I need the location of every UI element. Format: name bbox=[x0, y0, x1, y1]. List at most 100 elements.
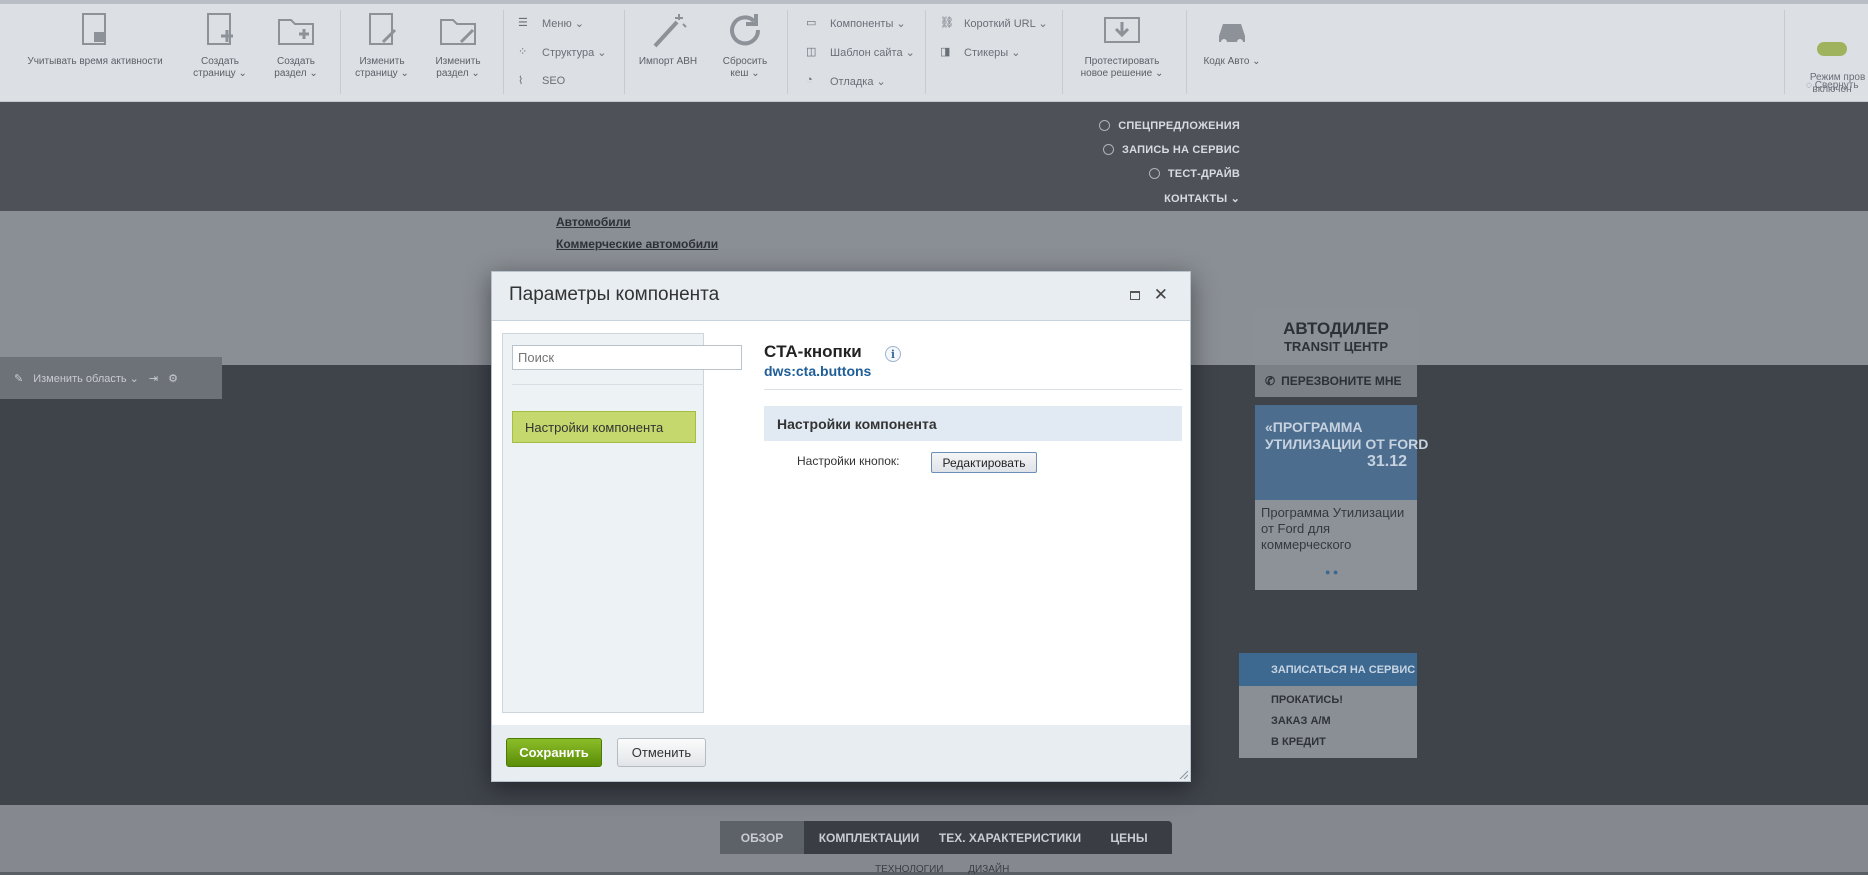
refresh-icon bbox=[730, 14, 761, 46]
dialog-sidebar: Настройки компонента bbox=[502, 333, 742, 713]
close-icon[interactable]: ✕ bbox=[1154, 285, 1168, 305]
crumb-commercial[interactable]: Коммерческие автомобили bbox=[556, 237, 718, 251]
footer-sub-links: ТЕХНОЛОГИИ ДИЗАЙН bbox=[875, 864, 1009, 875]
maximize-icon[interactable] bbox=[1130, 291, 1140, 300]
pencil-icon: ✎ bbox=[14, 372, 24, 385]
site-template-label: Шаблон сайта ⌄ bbox=[830, 46, 915, 59]
save-button[interactable]: Сохранить bbox=[506, 738, 602, 767]
carousel-dots[interactable]: ● ● bbox=[1325, 564, 1338, 580]
structure-item[interactable]: ⁘ Структура ⌄ bbox=[518, 45, 606, 59]
template-icon: ◫ bbox=[806, 46, 817, 58]
cancel-button[interactable]: Отменить bbox=[617, 738, 706, 767]
info-icon[interactable]: i bbox=[885, 346, 901, 362]
promo-caption-text: Программа Утилизации от Ford для коммерч… bbox=[1261, 505, 1405, 552]
arrow-icon: ⇥ bbox=[148, 372, 159, 385]
wrench-icon bbox=[1103, 144, 1115, 155]
menu-label: Меню ⌄ bbox=[542, 17, 585, 30]
buttons-settings-label: Настройки кнопок: bbox=[797, 454, 900, 468]
debug-item[interactable]: ◔ Отладка ⌄ bbox=[806, 74, 886, 88]
toolbar-separator bbox=[925, 10, 926, 94]
car-icon bbox=[1219, 24, 1245, 45]
import-avn-button[interactable]: Импорт АВН bbox=[630, 10, 706, 68]
admin-top-strip bbox=[0, 0, 1868, 4]
edit-page-button[interactable]: Изменить страницу ⌄ bbox=[352, 10, 412, 80]
activity-time-button[interactable]: Учитывать время активности bbox=[20, 10, 170, 68]
service-item-order[interactable]: ЗАКАЗ А/М bbox=[1239, 711, 1417, 732]
resize-grip-icon[interactable] bbox=[1178, 769, 1188, 779]
download-window-icon bbox=[1104, 17, 1140, 43]
link-icon: ⛓ bbox=[940, 17, 954, 29]
footer-sub-tech[interactable]: ТЕХНОЛОГИИ bbox=[875, 864, 943, 875]
toolbar-separator bbox=[1784, 10, 1785, 94]
create-page-button[interactable]: Создать страницу ⌄ bbox=[190, 10, 250, 80]
service-item-ride[interactable]: ПРОКАТИСЬ! bbox=[1239, 690, 1417, 711]
collapse-link[interactable]: ◌ Свернуть bbox=[1806, 80, 1859, 91]
page-add-icon bbox=[207, 13, 233, 45]
components-label: Компоненты ⌄ bbox=[830, 17, 906, 30]
sidebar-item-component-settings[interactable]: Настройки компонента bbox=[512, 411, 696, 443]
header-link-contacts[interactable]: КОНТАКТЫ ⌄ bbox=[1164, 192, 1240, 205]
promo-banner-text: «ПРОГРАММА УТИЛИЗАЦИИ ОТ FORD bbox=[1265, 419, 1429, 452]
short-url-label: Короткий URL ⌄ bbox=[964, 17, 1048, 30]
sticker-icon: ◨ bbox=[940, 46, 951, 58]
callback-button[interactable]: ✆ ПЕРЕЗВОНИТЕ МНЕ bbox=[1255, 365, 1417, 397]
edit-section-button[interactable]: Изменить раздел ⌄ bbox=[428, 10, 488, 80]
components-icon: ▭ bbox=[806, 17, 817, 29]
chart-icon: ⌇ bbox=[518, 75, 524, 87]
debug-icon: ◔ bbox=[806, 74, 813, 86]
components-item[interactable]: ▭ Компоненты ⌄ bbox=[806, 16, 906, 30]
steering-wheel-icon bbox=[1148, 168, 1160, 179]
dealer-subtitle: TRANSIT ЦЕНТР bbox=[1283, 339, 1389, 354]
collapse-label: Свернуть bbox=[1814, 80, 1859, 91]
promo-banner[interactable]: «ПРОГРАММА УТИЛИЗАЦИИ ОТ FORD 31.12 bbox=[1255, 405, 1429, 500]
service-item-credit[interactable]: В КРЕДИТ bbox=[1239, 732, 1417, 753]
toolbar-separator bbox=[340, 10, 341, 94]
kodk-auto-button[interactable]: Кодк Авто ⌄ bbox=[1192, 10, 1272, 68]
edit-section-label: Изменить раздел ⌄ bbox=[435, 56, 481, 79]
edit-area-toolbar[interactable]: ✎ Изменить область ⌄ ⇥ ⚙ bbox=[0, 357, 222, 399]
dealer-logo: АВТОДИЛЕР TRANSIT ЦЕНТР bbox=[1255, 307, 1417, 360]
tab-specs[interactable]: ТЕХ. ХАРАКТЕРИСТИКИ bbox=[934, 821, 1086, 854]
dealer-title: АВТОДИЛЕР bbox=[1283, 319, 1389, 338]
stickers-item[interactable]: ◨ Стикеры ⌄ bbox=[940, 45, 1020, 59]
header-link-testdrive[interactable]: ТЕСТ-ДРАЙВ bbox=[1148, 168, 1240, 180]
import-avn-label: Импорт АВН bbox=[638, 56, 698, 67]
folder-add-icon bbox=[278, 19, 314, 45]
page-edit-icon bbox=[369, 13, 397, 45]
footer-sub-design[interactable]: ДИЗАЙН bbox=[968, 864, 1009, 875]
offers-label: СПЕЦПРЕДЛОЖЕНИЯ bbox=[1118, 120, 1240, 132]
toolbar-separator bbox=[1186, 10, 1187, 94]
toggle-switch[interactable] bbox=[1817, 42, 1847, 56]
dialog-title: Параметры компонента bbox=[509, 284, 720, 305]
header-link-service[interactable]: ЗАПИСЬ НА СЕРВИС bbox=[1103, 144, 1240, 156]
site-template-item[interactable]: ◫ Шаблон сайта ⌄ bbox=[806, 45, 915, 59]
mode-toggle[interactable]: Режим пров включен bbox=[1796, 18, 1868, 108]
service-label: ЗАПИСЬ НА СЕРВИС bbox=[1122, 144, 1240, 156]
edit-button[interactable]: Редактировать bbox=[931, 452, 1037, 473]
header-link-offers[interactable]: СПЕЦПРЕДЛОЖЕНИЯ bbox=[1099, 120, 1240, 132]
short-url-item[interactable]: ⛓ Короткий URL ⌄ bbox=[940, 16, 1048, 30]
tab-configurations[interactable]: КОМПЛЕКТАЦИИ bbox=[804, 821, 934, 854]
tab-prices[interactable]: ЦЕНЫ bbox=[1086, 821, 1172, 854]
crumb-cars[interactable]: Автомобили bbox=[556, 215, 631, 229]
content-divider bbox=[764, 389, 1182, 390]
menu-item[interactable]: ☰ Меню ⌄ bbox=[518, 16, 584, 30]
reset-cache-button[interactable]: Сбросить кеш ⌄ bbox=[712, 10, 778, 80]
test-solution-button[interactable]: Протестировать новое решение ⌄ bbox=[1072, 10, 1172, 80]
test-solution-label: Протестировать новое решение ⌄ bbox=[1080, 56, 1164, 79]
contacts-label: КОНТАКТЫ ⌄ bbox=[1164, 193, 1240, 205]
service-signup-button[interactable]: ЗАПИСАТЬСЯ НА СЕРВИС bbox=[1239, 653, 1417, 686]
sidebar-item-label: Настройки компонента bbox=[525, 419, 664, 435]
reset-cache-label: Сбросить кеш ⌄ bbox=[722, 56, 768, 79]
collapse-icon: ◌ bbox=[1806, 80, 1815, 91]
seo-item[interactable]: ⌇ SEO bbox=[518, 74, 565, 88]
search-input[interactable] bbox=[512, 345, 742, 370]
structure-label: Структура ⌄ bbox=[542, 46, 607, 59]
sidebar-divider bbox=[512, 384, 704, 385]
tab-overview[interactable]: ОБЗОР bbox=[720, 821, 804, 854]
create-section-button[interactable]: Создать раздел ⌄ bbox=[266, 10, 326, 80]
service-signup-label: ЗАПИСАТЬСЯ НА СЕРВИС bbox=[1271, 663, 1416, 676]
promo-caption[interactable]: Программа Утилизации от Ford для коммерч… bbox=[1255, 500, 1417, 590]
folder-edit-icon bbox=[440, 19, 476, 45]
dialog-header[interactable]: Параметры компонента ✕ bbox=[492, 272, 1190, 321]
